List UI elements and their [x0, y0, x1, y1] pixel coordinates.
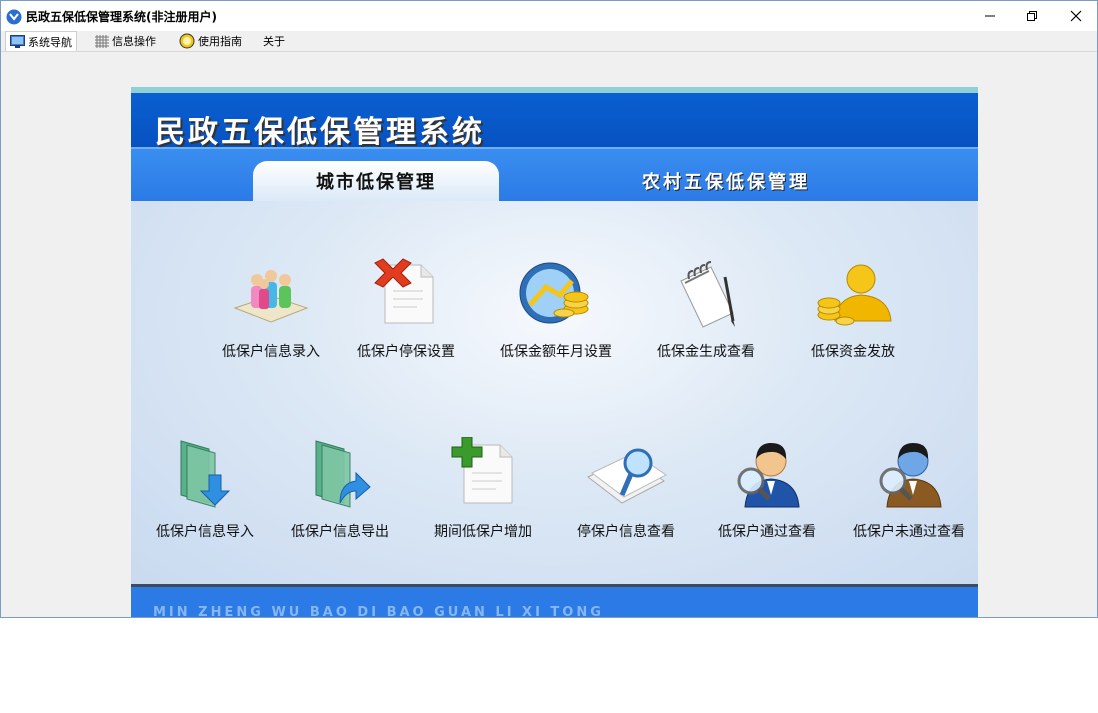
- tab-bar: 城市低保管理 农村五保低保管理: [131, 149, 978, 201]
- document-delete-icon: [374, 258, 434, 324]
- tile-label: 低保户未通过查看: [853, 524, 965, 540]
- menu-info-operations[interactable]: 信息操作: [91, 31, 160, 51]
- notepad-icon: [680, 261, 735, 328]
- banner-title: 民政五保低保管理系统: [155, 115, 485, 150]
- window-title: 民政五保低保管理系统(非注册用户): [26, 10, 217, 24]
- tile-recipient-entry[interactable]: 低保户信息录入: [201, 253, 341, 365]
- tile-label: 期间低保户增加: [434, 524, 532, 540]
- tab-urban-subsistence[interactable]: 城市低保管理: [253, 161, 499, 201]
- tile-label: 低保户信息录入: [222, 344, 320, 360]
- close-icon: [1070, 10, 1082, 22]
- menu-label: 系统导航: [28, 35, 72, 49]
- user-search-brown-icon: [879, 443, 942, 508]
- tile-label: 低保金额年月设置: [500, 344, 612, 360]
- app-icon: [6, 9, 22, 25]
- minimize-icon: [985, 15, 995, 17]
- tile-suspended-view[interactable]: 停保户信息查看: [556, 433, 696, 545]
- tab-label: 农村五保低保管理: [642, 172, 810, 193]
- function-grid: 低保户信息录入 低保户停保设置 低保金额年月设置 低保金生成查看 低保资金发放 …: [131, 201, 978, 584]
- menu-system-navigation[interactable]: 系统导航: [5, 31, 77, 51]
- tab-rural-five-guarantee[interactable]: 农村五保低保管理: [611, 161, 841, 201]
- tile-fund-distribution[interactable]: 低保资金发放: [783, 253, 923, 365]
- minimize-button[interactable]: [967, 1, 1013, 31]
- money-settings-icon: [519, 262, 589, 324]
- tile-label: 低保户停保设置: [357, 344, 455, 360]
- help-icon: [179, 33, 195, 49]
- tile-rejected-view[interactable]: 低保户未通过查看: [839, 433, 978, 545]
- menu-label: 关于: [263, 35, 285, 48]
- main-panel: 民政五保低保管理系统 城市低保管理 农村五保低保管理 低保户信息录入 低保户停保…: [131, 87, 978, 617]
- restore-button[interactable]: [1009, 1, 1055, 31]
- folder-import-icon: [180, 440, 231, 508]
- user-search-blue-icon: [737, 443, 800, 508]
- title-bar: 民政五保低保管理系统(非注册用户): [1, 1, 1097, 31]
- tile-generate-view[interactable]: 低保金生成查看: [636, 253, 776, 365]
- tile-label: 低保资金发放: [811, 344, 895, 360]
- restore-icon: [1027, 11, 1037, 21]
- document-search-icon: [587, 448, 667, 504]
- grid-icon: [95, 34, 109, 48]
- tile-label: 低保户信息导入: [156, 524, 254, 540]
- app-window: 民政五保低保管理系统(非注册用户) 系统导航 信息操作 使用指南 关于 民政五保…: [0, 0, 1098, 618]
- tile-import[interactable]: 低保户信息导入: [135, 433, 275, 545]
- tile-label: 停保户信息查看: [577, 524, 675, 540]
- monitor-icon: [10, 35, 25, 48]
- people-icon: [233, 270, 309, 323]
- tile-export[interactable]: 低保户信息导出: [270, 433, 410, 545]
- menu-label: 信息操作: [112, 35, 156, 48]
- tab-label: 城市低保管理: [316, 172, 436, 193]
- footer-text: MIN ZHENG WU BAO DI BAO GUAN LI XI TONG: [153, 605, 604, 617]
- tile-amount-period-setting[interactable]: 低保金额年月设置: [486, 253, 626, 365]
- close-button[interactable]: [1053, 1, 1097, 31]
- document-add-icon: [451, 437, 513, 504]
- coins-user-icon: [817, 264, 892, 326]
- folder-export-icon: [315, 440, 371, 508]
- tile-label: 低保户通过查看: [718, 524, 816, 540]
- menu-bar: 系统导航 信息操作 使用指南 关于: [1, 31, 1097, 52]
- tile-period-add[interactable]: 期间低保户增加: [413, 433, 553, 545]
- tile-approved-view[interactable]: 低保户通过查看: [697, 433, 837, 545]
- menu-label: 使用指南: [198, 35, 242, 48]
- menu-user-guide[interactable]: 使用指南: [175, 31, 246, 51]
- footer-bar: MIN ZHENG WU BAO DI BAO GUAN LI XI TONG: [131, 584, 978, 617]
- tile-suspend-setting[interactable]: 低保户停保设置: [336, 253, 476, 365]
- tile-label: 低保金生成查看: [657, 344, 755, 360]
- banner: 民政五保低保管理系统: [131, 93, 978, 150]
- tile-label: 低保户信息导出: [291, 524, 389, 540]
- menu-about[interactable]: 关于: [259, 31, 289, 51]
